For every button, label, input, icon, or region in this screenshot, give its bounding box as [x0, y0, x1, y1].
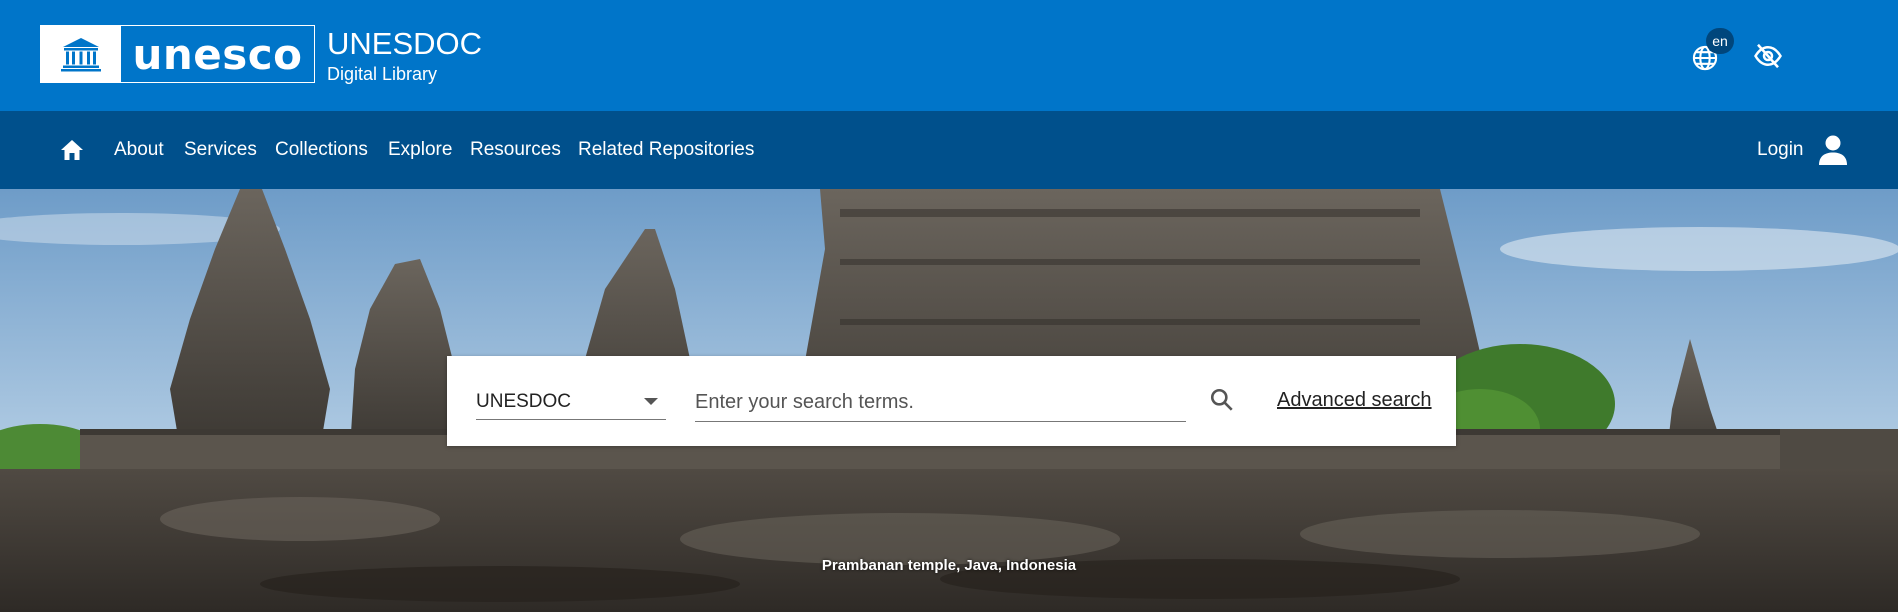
- eye-off-icon: [1754, 43, 1782, 69]
- nav-explore[interactable]: Explore: [388, 111, 452, 189]
- search-button[interactable]: [1202, 380, 1242, 420]
- search-panel: UNESDOC Advanced search: [447, 356, 1456, 446]
- home-button[interactable]: [60, 111, 84, 189]
- login-label: Login: [1757, 139, 1804, 160]
- advanced-search-link[interactable]: Advanced search: [1277, 389, 1432, 412]
- accessibility-button[interactable]: [1748, 38, 1788, 74]
- home-icon: [61, 140, 83, 160]
- caret-down-icon: [644, 398, 658, 405]
- nav-collections[interactable]: Collections: [275, 111, 368, 189]
- nav-about[interactable]: About: [114, 111, 164, 189]
- search-input[interactable]: [695, 384, 1186, 422]
- logo-wordmark: unesco: [132, 29, 303, 79]
- main-nav: About Services Collections Explore Resou…: [0, 111, 1898, 189]
- language-badge: en: [1706, 28, 1734, 54]
- site-title[interactable]: UNESDOC: [327, 27, 482, 61]
- login-button[interactable]: Login: [1757, 111, 1848, 189]
- nav-related-repositories[interactable]: Related Repositories: [578, 111, 754, 189]
- top-bar: unesco UNESDOC Digital Library en: [0, 0, 1898, 111]
- unesco-temple-icon: [41, 26, 121, 82]
- collection-select[interactable]: UNESDOC: [476, 384, 666, 420]
- collection-select-value: UNESDOC: [476, 390, 572, 412]
- nav-resources[interactable]: Resources: [470, 111, 561, 189]
- nav-services[interactable]: Services: [184, 111, 257, 189]
- search-icon: [1210, 388, 1233, 411]
- hero-caption: Prambanan temple, Java, Indonesia: [821, 557, 1077, 574]
- site-subtitle: Digital Library: [327, 64, 438, 84]
- user-icon: [1818, 135, 1847, 165]
- unesco-logo[interactable]: unesco: [40, 25, 315, 83]
